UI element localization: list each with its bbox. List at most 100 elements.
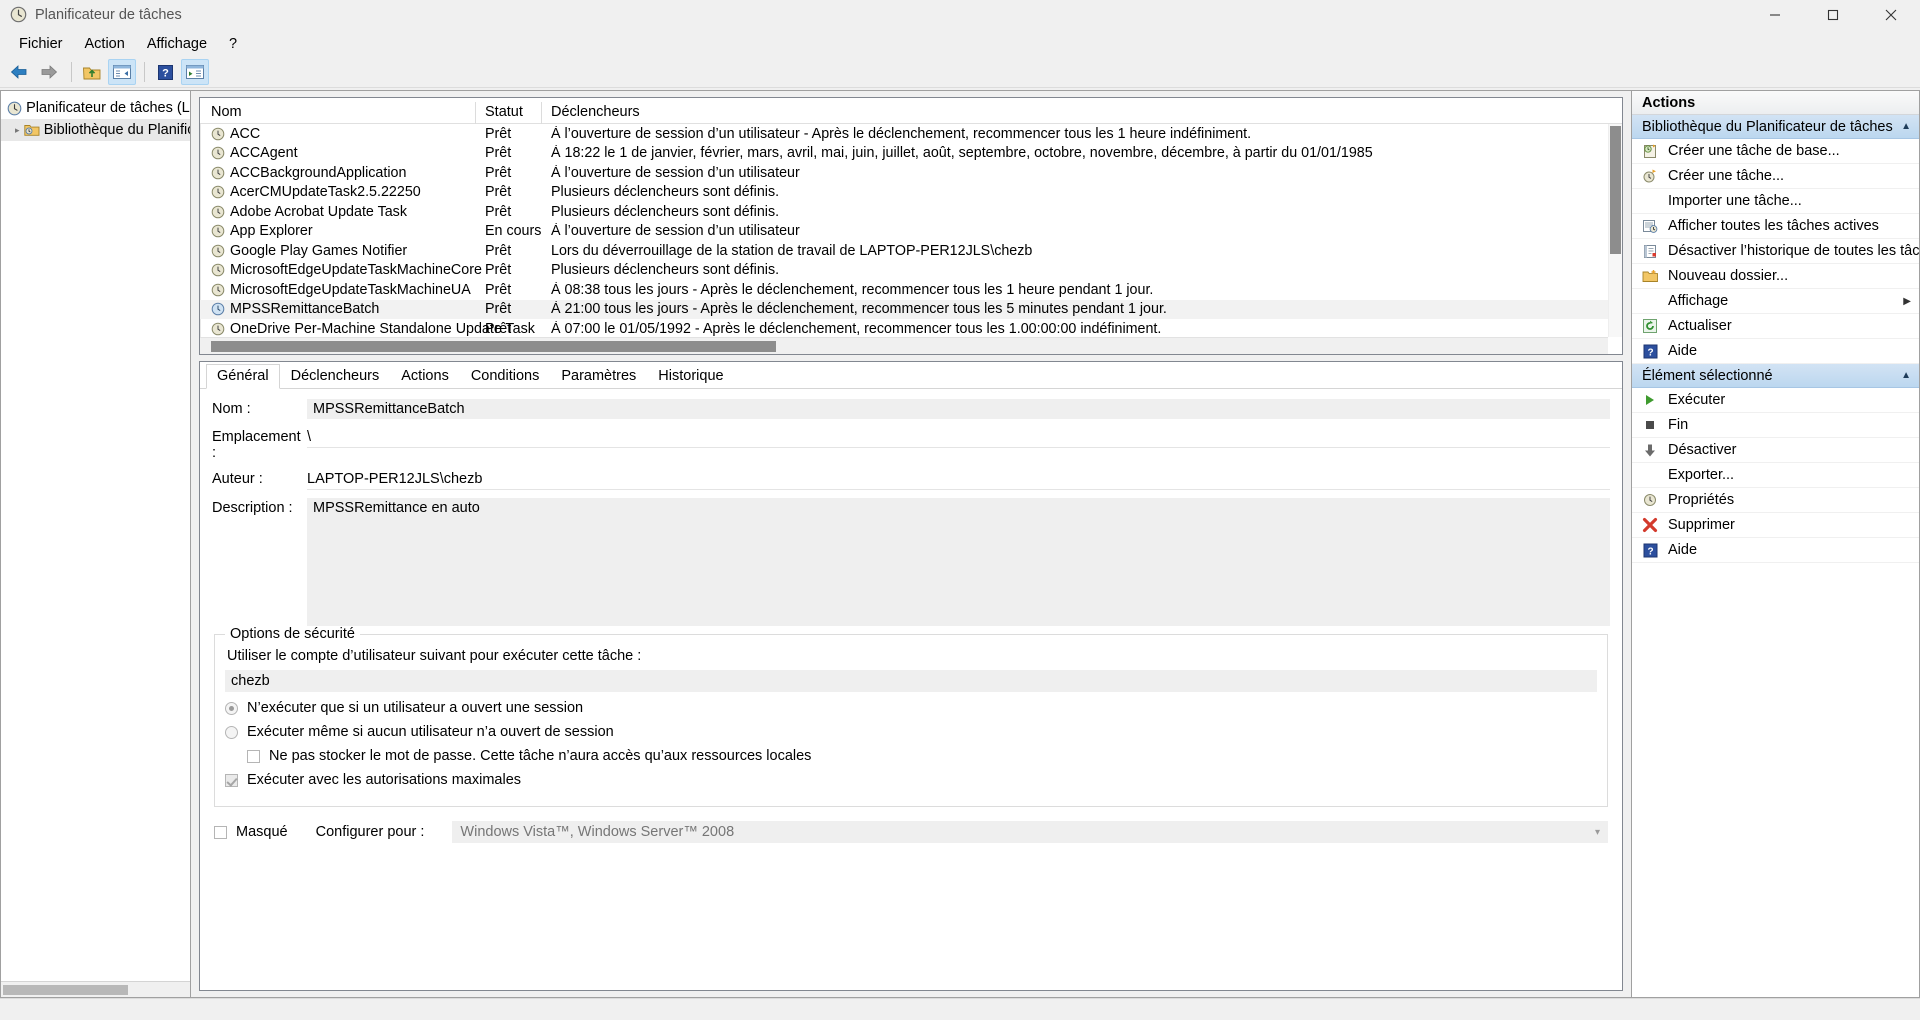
chevron-right-icon[interactable]: ▶ xyxy=(1903,296,1911,307)
field-value-emplacement: \ xyxy=(307,427,1610,448)
action-proprietes[interactable]: Propriétés xyxy=(1632,488,1919,513)
table-row[interactable]: ACCAgent Prêt À 18:22 le 1 de janvier, f… xyxy=(200,144,1622,164)
table-row[interactable]: MicrosoftEdgeUpdateTaskMachineUA Prêt À … xyxy=(200,280,1622,300)
radio-run-only-logged-on[interactable]: N’exécuter que si un utilisateur a ouver… xyxy=(225,700,1597,716)
radio-icon[interactable] xyxy=(225,725,238,739)
close-button[interactable] xyxy=(1862,0,1920,30)
tree-item-label: Planificateur de tâches (Local) xyxy=(26,100,190,116)
menu-affichage[interactable]: Affichage xyxy=(136,33,218,55)
vertical-scroll-thumb[interactable] xyxy=(1610,126,1621,254)
action-actualiser[interactable]: Actualiser xyxy=(1632,314,1919,339)
tab-declencheurs[interactable]: Déclencheurs xyxy=(280,364,391,389)
table-row[interactable]: ACCBackgroundApplication Prêt À l’ouvert… xyxy=(200,163,1622,183)
tree-item-task-scheduler-library[interactable]: ▸ Bibliothèque du Planificat xyxy=(1,119,190,141)
tab-historique[interactable]: Historique xyxy=(647,364,734,389)
table-row[interactable]: ACC Prêt À l’ouverture de session d’un u… xyxy=(200,124,1622,144)
field-nom: Nom : MPSSRemittanceBatch xyxy=(212,399,1610,419)
table-row[interactable]: Google Play Games Notifier Prêt Lors du … xyxy=(200,241,1622,261)
radio-run-whether-logged-on[interactable]: Exécuter même si aucun utilisateur n’a o… xyxy=(225,724,1597,740)
chevron-up-icon[interactable]: ▲ xyxy=(1901,121,1911,132)
table-row-selected[interactable]: MPSSRemittanceBatch Prêt À 21:00 tous le… xyxy=(200,299,1622,319)
action-importer-tache[interactable]: Importer une tâche... xyxy=(1632,189,1919,214)
back-button[interactable] xyxy=(5,59,33,85)
chevron-up-icon[interactable]: ▲ xyxy=(1901,370,1911,381)
show-console-tree-button[interactable] xyxy=(108,59,136,85)
menu-aide[interactable]: ? xyxy=(218,33,248,55)
task-list-horizontal-scrollbar[interactable] xyxy=(200,337,1608,354)
configure-for-dropdown[interactable]: Windows Vista™, Windows Server™ 2008 ▾ xyxy=(452,821,1608,843)
field-value-description[interactable]: MPSSRemittance en auto xyxy=(307,498,1610,626)
task-list-vertical-scrollbar[interactable] xyxy=(1608,124,1622,337)
actions-group-selected-label: Élément sélectionné xyxy=(1642,367,1773,384)
forward-button[interactable] xyxy=(35,59,63,85)
tab-conditions[interactable]: Conditions xyxy=(460,364,551,389)
tree-horizontal-scrollbar[interactable] xyxy=(1,981,190,997)
action-creer-tache[interactable]: Créer une tâche... xyxy=(1632,164,1919,189)
action-afficher-taches-actives[interactable]: Afficher toutes les tâches actives xyxy=(1632,214,1919,239)
tab-actions[interactable]: Actions xyxy=(390,364,460,389)
table-row[interactable]: Adobe Acrobat Update Task Prêt Plusieurs… xyxy=(200,202,1622,222)
down-arrow-icon xyxy=(1640,441,1660,459)
clock-icon xyxy=(9,6,27,24)
horizontal-scroll-thumb[interactable] xyxy=(211,341,776,352)
action-label: Nouveau dossier... xyxy=(1668,268,1789,284)
tree-items: Planificateur de tâches (Local) ▸ Biblio… xyxy=(1,91,190,141)
actions-group-library-header[interactable]: Bibliothèque du Planificateur de tâches … xyxy=(1632,115,1919,139)
table-row[interactable]: OneDrive Per-Machine Standalone Update T… xyxy=(200,319,1622,339)
checkbox-icon[interactable] xyxy=(247,749,260,763)
action-aide-selected[interactable]: ? Aide xyxy=(1632,538,1919,563)
tree-item-task-scheduler-local[interactable]: Planificateur de tâches (Local) xyxy=(1,97,190,119)
action-desactiver[interactable]: Désactiver xyxy=(1632,438,1919,463)
action-label: Afficher toutes les tâches actives xyxy=(1668,218,1879,234)
console-tree-pane: Planificateur de tâches (Local) ▸ Biblio… xyxy=(0,90,190,998)
table-row[interactable]: MicrosoftEdgeUpdateTaskMachineCore Prêt … xyxy=(200,261,1622,281)
action-exporter[interactable]: Exporter... xyxy=(1632,463,1919,488)
checkbox-do-not-store-password[interactable]: Ne pas stocker le mot de passe. Cette tâ… xyxy=(247,748,1597,764)
label-configurer-pour: Configurer pour : xyxy=(315,824,425,840)
table-row[interactable]: AcerCMUpdateTask2.5.22250 Prêt Plusieurs… xyxy=(200,183,1622,203)
maximize-button[interactable] xyxy=(1804,0,1862,30)
checkbox-run-highest-privileges[interactable]: Exécuter avec les autorisations maximale… xyxy=(225,772,1597,788)
task-status: Prêt xyxy=(485,203,512,220)
column-header-nom[interactable]: Nom xyxy=(200,104,485,120)
details-tabs: Général Déclencheurs Actions Conditions … xyxy=(200,362,1622,389)
help-button[interactable]: ? xyxy=(151,59,179,85)
action-affichage[interactable]: Affichage ▶ xyxy=(1632,289,1919,314)
column-header-declencheurs[interactable]: Déclencheurs xyxy=(541,101,1622,124)
details-general-body: Nom : MPSSRemittanceBatch Emplacement : … xyxy=(200,389,1622,990)
minimize-button[interactable] xyxy=(1746,0,1804,30)
history-icon xyxy=(1640,242,1660,260)
tab-parametres[interactable]: Paramètres xyxy=(550,364,647,389)
menu-bar: Fichier Action Affichage ? xyxy=(0,30,1920,57)
action-supprimer[interactable]: Supprimer xyxy=(1632,513,1919,538)
menu-fichier[interactable]: Fichier xyxy=(8,33,74,55)
security-account-line: Utiliser le compte d’utilisateur suivant… xyxy=(227,648,642,664)
action-aide-library[interactable]: ? Aide xyxy=(1632,339,1919,364)
checkbox-icon[interactable] xyxy=(225,773,238,787)
table-row[interactable]: App Explorer En cours À l’ouverture de s… xyxy=(200,222,1622,242)
task-status: Prêt xyxy=(485,145,512,162)
up-folder-button[interactable] xyxy=(78,59,106,85)
field-value-nom[interactable]: MPSSRemittanceBatch xyxy=(307,399,1610,419)
action-creer-tache-de-base[interactable]: Créer une tâche de base... xyxy=(1632,139,1919,164)
tree-scroll-thumb[interactable] xyxy=(3,985,128,995)
task-clock-icon xyxy=(211,244,225,258)
action-desactiver-historique[interactable]: Désactiver l’historique de toutes les tâ… xyxy=(1632,239,1920,264)
clock-icon xyxy=(7,100,22,116)
show-action-pane-button[interactable] xyxy=(181,59,209,85)
task-clock-icon xyxy=(211,146,225,160)
task-trigger: À 21:00 tous les jours - Après le déclen… xyxy=(551,301,1167,318)
task-clock-icon xyxy=(211,322,225,336)
checkbox-hidden[interactable] xyxy=(214,825,227,839)
actions-group-selected-item-header[interactable]: Élément sélectionné ▲ xyxy=(1632,364,1919,388)
no-icon xyxy=(1640,466,1660,484)
radio-icon[interactable] xyxy=(225,701,238,715)
field-label-nom: Nom : xyxy=(212,401,251,417)
action-fin[interactable]: Fin xyxy=(1632,413,1919,438)
action-nouveau-dossier[interactable]: Nouveau dossier... xyxy=(1632,264,1919,289)
chevron-down-icon[interactable]: ▾ xyxy=(1595,827,1600,838)
chevron-right-icon[interactable]: ▸ xyxy=(11,125,24,136)
tab-general[interactable]: Général xyxy=(206,364,280,389)
menu-action[interactable]: Action xyxy=(74,33,136,55)
action-executer[interactable]: Exécuter xyxy=(1632,388,1919,413)
